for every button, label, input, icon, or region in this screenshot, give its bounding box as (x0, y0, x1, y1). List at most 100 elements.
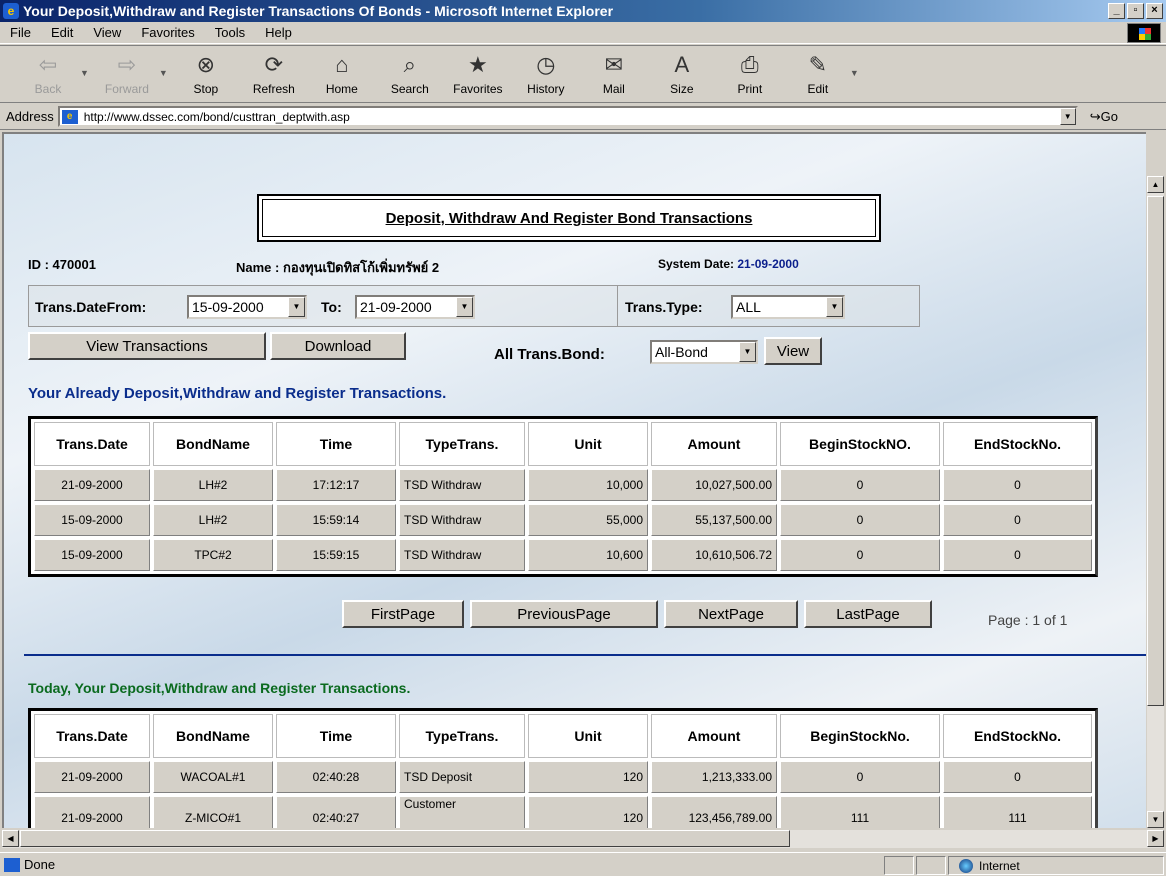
scroll-right-icon[interactable]: ▶ (1147, 830, 1164, 847)
address-dropdown-icon[interactable]: ▼ (1059, 108, 1076, 125)
cell-bond-name: TPC#2 (153, 539, 273, 571)
back-button[interactable]: ⇦ Back (16, 46, 80, 96)
date-to-select[interactable]: 21-09-2000 ▼ (355, 295, 475, 319)
cell-unit: 10,000 (528, 469, 648, 501)
close-button[interactable]: × (1146, 3, 1163, 19)
edit-button[interactable]: ✎ Edit (786, 46, 850, 96)
cell-end-stock: 0 (943, 504, 1092, 536)
cell-amount: 1,213,333.00 (651, 761, 777, 793)
mail-button[interactable]: ✉ Mail (582, 46, 646, 96)
stop-button[interactable]: ⊗ Stop (174, 46, 238, 96)
cell-bond-name: Z-MICO#1 (153, 796, 273, 828)
search-button[interactable]: ⌕ Search (378, 46, 442, 96)
bond-select[interactable]: All-Bond ▼ (650, 340, 758, 364)
col-end-stock: EndStockNo. (943, 714, 1092, 758)
cell-unit: 55,000 (528, 504, 648, 536)
menu-view[interactable]: View (83, 25, 131, 40)
already-transactions-table: Trans.Date BondName Time TypeTrans. Unit… (28, 416, 1098, 577)
minimize-button[interactable]: _ (1108, 3, 1125, 19)
back-dropdown-icon[interactable]: ▼ (80, 68, 89, 78)
horizontal-scroll-thumb[interactable] (20, 830, 790, 847)
security-zone: Internet (948, 856, 1164, 875)
col-time: Time (276, 422, 396, 466)
cell-begin-stock: 0 (780, 469, 940, 501)
edit-dropdown-icon[interactable]: ▼ (850, 68, 859, 78)
search-icon: ⌕ (403, 52, 416, 77)
forward-button[interactable]: ⇨ Forward (95, 46, 159, 96)
scroll-up-icon[interactable]: ▲ (1147, 176, 1164, 193)
status-cell (916, 856, 946, 875)
date-from-select[interactable]: 15-09-2000 ▼ (187, 295, 307, 319)
chevron-down-icon: ▼ (739, 342, 756, 362)
name-text: Name : กองทุนเปิดทิสโก้เพิ่มทรัพย์ 2 (236, 260, 440, 275)
table-row: 21-09-2000 WACOAL#1 02:40:28 TSD Deposit… (34, 761, 1092, 793)
menu-favorites[interactable]: Favorites (131, 25, 204, 40)
cell-type-trans: Customer (399, 796, 525, 828)
page-status-icon (4, 857, 20, 872)
previous-page-button[interactable]: PreviousPage (470, 600, 658, 628)
menu-tools[interactable]: Tools (205, 25, 255, 40)
cell-amount: 123,456,789.00 (651, 796, 777, 828)
page-content: Deposit, Withdraw And Register Bond Tran… (2, 132, 1146, 828)
maximize-button[interactable]: ▫ (1127, 3, 1144, 19)
history-icon: ◷ (536, 52, 556, 77)
globe-icon (959, 858, 973, 873)
cell-unit: 120 (528, 761, 648, 793)
ie-logo-icon: e (3, 3, 19, 19)
refresh-button[interactable]: ⟳ Refresh (242, 46, 306, 96)
page-info: Page : 1 of 1 (988, 612, 1068, 628)
download-button[interactable]: Download (270, 332, 406, 360)
go-button[interactable]: ↪Go (1090, 109, 1118, 125)
view-transactions-button[interactable]: View Transactions (28, 332, 266, 360)
cell-time: 15:59:14 (276, 504, 396, 536)
home-button[interactable]: ⌂ Home (310, 46, 374, 96)
date-from-label: Trans.DateFrom: (35, 299, 147, 315)
horizontal-scrollbar[interactable]: ◀ ▶ (2, 830, 1164, 848)
home-icon: ⌂ (335, 52, 349, 77)
next-page-button[interactable]: NextPage (664, 600, 798, 628)
trans-type-select[interactable]: ALL ▼ (731, 295, 845, 319)
last-page-button[interactable]: LastPage (804, 600, 932, 628)
view-button[interactable]: View (764, 337, 822, 365)
first-page-button[interactable]: FirstPage (342, 600, 464, 628)
col-trans-date: Trans.Date (34, 714, 150, 758)
cell-trans-date: 21-09-2000 (34, 761, 150, 793)
cell-type-trans: TSD Withdraw (399, 504, 525, 536)
cell-type-trans: TSD Deposit (399, 761, 525, 793)
cell-unit: 120 (528, 796, 648, 828)
back-arrow-icon: ⇦ (38, 52, 58, 77)
favorites-button[interactable]: ★ Favorites (446, 46, 510, 96)
print-icon: ⎙ (741, 52, 759, 77)
address-input[interactable]: e http://www.dssec.com/bond/custtran_dep… (57, 106, 1078, 127)
window-title-bar[interactable]: e Your Deposit,Withdraw and Register Tra… (0, 0, 1166, 22)
already-transactions-heading: Your Already Deposit,Withdraw and Regist… (28, 385, 447, 402)
cell-end-stock: 111 (943, 796, 1092, 828)
forward-dropdown-icon[interactable]: ▼ (159, 68, 168, 78)
scroll-left-icon[interactable]: ◀ (2, 830, 19, 847)
cell-bond-name: WACOAL#1 (153, 761, 273, 793)
filter-panel: Trans.DateFrom: 15-09-2000 ▼ To: 21-09-20… (28, 285, 920, 327)
cell-end-stock: 0 (943, 539, 1092, 571)
chevron-down-icon: ▼ (826, 297, 843, 317)
scroll-down-icon[interactable]: ▼ (1147, 811, 1164, 828)
chevron-down-icon: ▼ (456, 297, 473, 317)
menu-edit[interactable]: Edit (41, 25, 83, 40)
address-label: Address (6, 109, 54, 124)
page-title-box: Deposit, Withdraw And Register Bond Tran… (257, 194, 881, 242)
menu-help[interactable]: Help (255, 25, 302, 40)
col-time: Time (276, 714, 396, 758)
vertical-scroll-thumb[interactable] (1147, 196, 1164, 706)
print-button[interactable]: ⎙ Print (718, 46, 782, 96)
vertical-scrollbar[interactable]: ▲ ▼ (1147, 176, 1164, 828)
cell-begin-stock: 0 (780, 504, 940, 536)
col-bond-name: BondName (153, 422, 273, 466)
menu-file[interactable]: File (0, 25, 41, 40)
history-button[interactable]: ◷ History (514, 46, 578, 96)
cell-end-stock: 0 (943, 761, 1092, 793)
cell-amount: 55,137,500.00 (651, 504, 777, 536)
cell-trans-date: 21-09-2000 (34, 469, 150, 501)
cell-trans-date: 21-09-2000 (34, 796, 150, 828)
cell-bond-name: LH#2 (153, 504, 273, 536)
status-cell (884, 856, 914, 875)
size-button[interactable]: A Size (650, 46, 714, 96)
